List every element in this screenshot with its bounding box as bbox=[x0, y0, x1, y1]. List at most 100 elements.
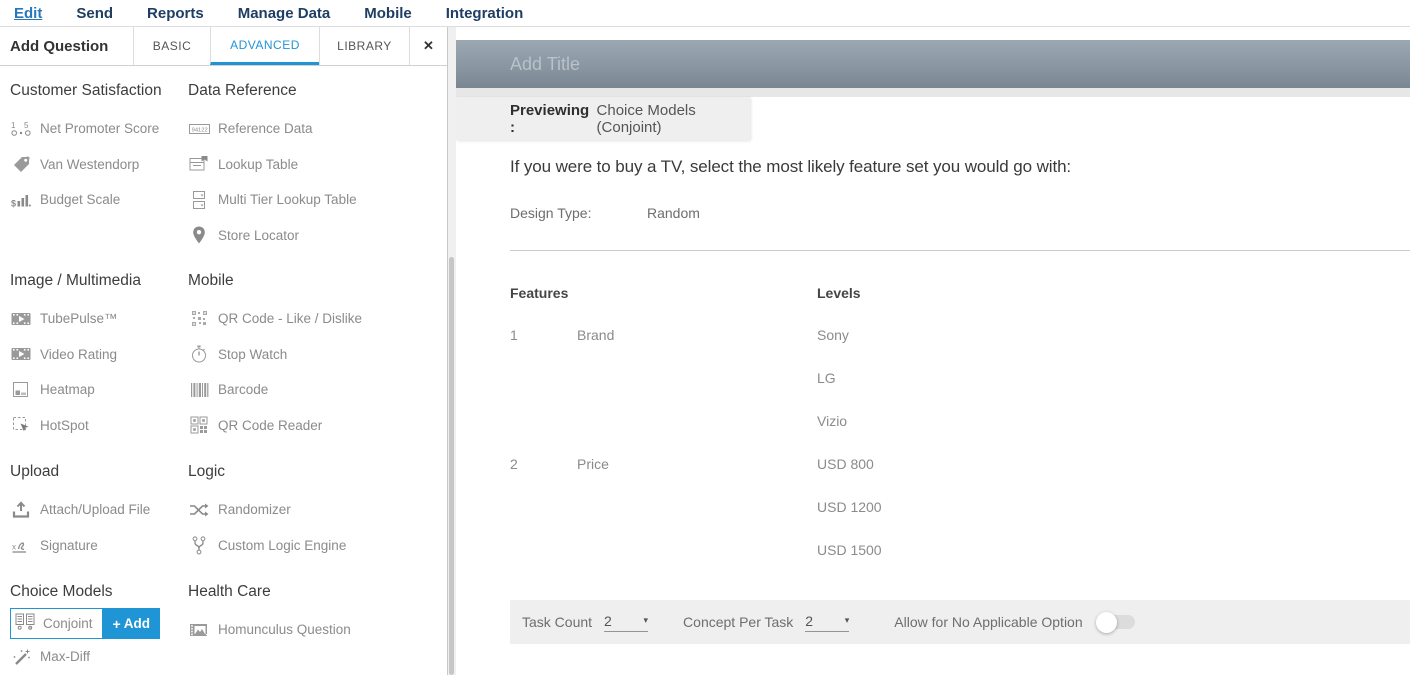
nav-reports[interactable]: Reports bbox=[147, 5, 204, 22]
conjoint-cards-icon bbox=[15, 613, 35, 634]
barcode-icon bbox=[188, 382, 210, 398]
question-title-input[interactable]: Add Title bbox=[456, 40, 1410, 88]
concept-per-task-value: 2 bbox=[805, 613, 813, 629]
item-reference-data[interactable]: 94122 Reference Data bbox=[188, 111, 447, 147]
item-label: Custom Logic Engine bbox=[218, 538, 346, 553]
magic-wand-icon bbox=[10, 648, 32, 666]
item-budget-scale[interactable]: $ Budget Scale bbox=[10, 182, 188, 218]
item-video-rating[interactable]: Video Rating bbox=[10, 337, 188, 373]
budget-bars-icon: $ bbox=[10, 191, 32, 209]
panel-scrollbar[interactable] bbox=[448, 27, 456, 675]
item-lookup-table[interactable]: Lookup Table bbox=[188, 147, 447, 183]
preview-content: If you were to buy a TV, select the most… bbox=[456, 140, 1410, 644]
svg-text:x: x bbox=[12, 543, 16, 552]
feature-levels: USD 800 USD 1200 USD 1500 bbox=[817, 454, 1410, 583]
feature-number: 1 bbox=[510, 325, 577, 454]
qr-reader-icon bbox=[188, 416, 210, 434]
section-divider bbox=[510, 250, 1410, 251]
item-label: Barcode bbox=[218, 382, 268, 397]
item-homunculus-question[interactable]: Homunculus Question bbox=[188, 612, 447, 648]
branch-icon bbox=[188, 536, 210, 555]
svg-text:94122: 94122 bbox=[191, 127, 207, 133]
tab-basic[interactable]: BASIC bbox=[133, 27, 210, 65]
previewing-badge: Previewing : Choice Models (Conjoint) bbox=[456, 97, 750, 140]
item-van-westendorp[interactable]: Van Westendorp bbox=[10, 147, 188, 183]
level-value: USD 1200 bbox=[817, 497, 1410, 540]
nav-manage-data[interactable]: Manage Data bbox=[238, 5, 331, 22]
svg-text:5: 5 bbox=[24, 121, 29, 130]
close-panel-button[interactable]: ✕ bbox=[409, 27, 447, 65]
video-play-icon bbox=[10, 346, 32, 362]
level-value: USD 800 bbox=[817, 454, 1410, 497]
item-label: Homunculus Question bbox=[218, 622, 351, 637]
section-title: Logic bbox=[188, 462, 447, 482]
concept-per-task-dropdown[interactable]: 2 ▾ bbox=[805, 613, 849, 632]
tab-advanced[interactable]: ADVANCED bbox=[210, 27, 319, 65]
feature-name: Brand bbox=[577, 325, 817, 454]
question-preview-panel: Add Title Previewing : Choice Models (Co… bbox=[456, 27, 1410, 675]
section-upload: Upload Attach/Upload File x Signature bbox=[10, 462, 188, 582]
nav-integration[interactable]: Integration bbox=[446, 5, 524, 22]
item-label: QR Code - Like / Dislike bbox=[218, 311, 362, 326]
item-label: Max-Diff bbox=[40, 649, 90, 664]
item-stop-watch[interactable]: Stop Watch bbox=[188, 337, 447, 373]
item-max-diff[interactable]: Max-Diff bbox=[10, 639, 188, 675]
item-qr-code-reader[interactable]: QR Code Reader bbox=[188, 408, 447, 444]
item-multi-tier-lookup-table[interactable]: Multi Tier Lookup Table bbox=[188, 182, 447, 218]
svg-text:1: 1 bbox=[11, 121, 16, 130]
item-label: Stop Watch bbox=[218, 347, 287, 362]
item-qr-code-like-dislike[interactable]: QR Code - Like / Dislike bbox=[188, 301, 447, 337]
hotspot-cursor-icon bbox=[10, 416, 32, 434]
item-label: Store Locator bbox=[218, 228, 299, 243]
level-value: LG bbox=[817, 368, 1410, 411]
section-title: Mobile bbox=[188, 271, 447, 291]
nav-send[interactable]: Send bbox=[76, 5, 113, 22]
add-conjoint-button[interactable]: +Add bbox=[103, 608, 160, 639]
previewing-value: Choice Models (Conjoint) bbox=[597, 102, 750, 136]
section-title: Customer Satisfaction bbox=[10, 81, 188, 101]
item-signature[interactable]: x Signature bbox=[10, 528, 188, 564]
features-header: Features bbox=[510, 283, 817, 303]
nav-mobile[interactable]: Mobile bbox=[364, 5, 412, 22]
item-net-promoter-score[interactable]: 15 Net Promoter Score bbox=[10, 111, 188, 147]
item-conjoint[interactable]: Conjoint bbox=[10, 608, 103, 639]
feature-levels: Sony LG Vizio bbox=[817, 325, 1410, 454]
table-header: Features Levels bbox=[510, 283, 1410, 303]
features-levels-table: Features Levels 1 Brand Sony LG Vizio 2 … bbox=[510, 283, 1410, 583]
level-value: Sony bbox=[817, 325, 1410, 368]
item-attach-upload-file[interactable]: Attach/Upload File bbox=[10, 492, 188, 528]
item-hotspot[interactable]: HotSpot bbox=[10, 408, 188, 444]
design-type-label: Design Type: bbox=[510, 205, 647, 221]
lookup-table-icon bbox=[188, 155, 210, 173]
add-question-panel: Add Question BASIC ADVANCED LIBRARY ✕ Cu… bbox=[0, 27, 448, 675]
video-play-icon bbox=[10, 311, 32, 327]
concept-per-task-label: Concept Per Task bbox=[683, 614, 793, 630]
item-label: Conjoint bbox=[43, 616, 93, 631]
section-title: Image / Multimedia bbox=[10, 271, 188, 291]
level-value: USD 1500 bbox=[817, 540, 1410, 583]
nav-edit[interactable]: Edit bbox=[14, 5, 42, 22]
item-custom-logic-engine[interactable]: Custom Logic Engine bbox=[188, 528, 447, 564]
signature-icon: x bbox=[10, 536, 32, 554]
item-heatmap[interactable]: Heatmap bbox=[10, 372, 188, 408]
item-randomizer[interactable]: Randomizer bbox=[188, 492, 447, 528]
item-label: Reference Data bbox=[218, 121, 313, 136]
item-store-locator[interactable]: Store Locator bbox=[188, 218, 447, 254]
item-barcode[interactable]: Barcode bbox=[188, 372, 447, 408]
nps-scale-icon: 15 bbox=[10, 120, 32, 138]
homunculus-icon bbox=[188, 621, 210, 639]
table-row: 2 Price USD 800 USD 1200 USD 1500 bbox=[510, 454, 1410, 583]
question-type-sections: Customer Satisfaction 15 Net Promoter Sc… bbox=[0, 66, 447, 675]
section-health-care: Health Care Homunculus Question bbox=[188, 582, 447, 675]
plus-icon: + bbox=[113, 616, 121, 632]
section-title: Upload bbox=[10, 462, 188, 482]
no-applicable-option-toggle[interactable] bbox=[1097, 615, 1135, 629]
section-title: Health Care bbox=[188, 582, 447, 602]
tab-library[interactable]: LIBRARY bbox=[319, 27, 409, 65]
item-label: Signature bbox=[40, 538, 98, 553]
item-tubepulse[interactable]: TubePulse™ bbox=[10, 301, 188, 337]
scrollbar-thumb[interactable] bbox=[449, 257, 454, 675]
task-count-dropdown[interactable]: 2 ▾ bbox=[604, 613, 648, 632]
qr-code-icon bbox=[188, 310, 210, 327]
design-type-value: Random bbox=[647, 205, 700, 221]
